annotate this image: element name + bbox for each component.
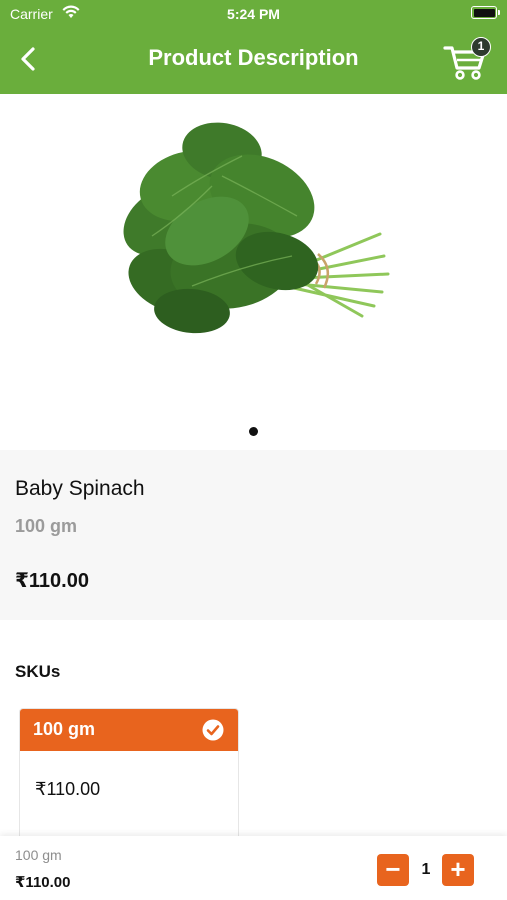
cart-count-badge: 1	[471, 37, 491, 57]
battery-icon	[471, 6, 500, 19]
spinach-image	[123, 122, 390, 334]
clock: 5:24 PM	[227, 6, 280, 22]
page-title: Product Description	[148, 45, 359, 70]
status-bar: Carrier 5:24 PM	[0, 0, 507, 28]
bottom-price: ₹110.00	[15, 874, 71, 891]
product-name: Baby Spinach	[15, 477, 145, 500]
product-price: ₹110.00	[15, 570, 89, 592]
check-circle-icon	[202, 719, 224, 741]
bottom-cart-bar: 100 gm ₹110.00 − 1 +	[0, 836, 507, 900]
sku-option-label: 100 gm	[33, 719, 96, 739]
carousel-page-indicator[interactable]	[249, 427, 258, 436]
product-weight: 100 gm	[15, 516, 78, 536]
app-header: Carrier 5:24 PM Product Description 1	[0, 0, 507, 94]
sku-heading: SKUs	[15, 662, 61, 681]
increase-quantity-button[interactable]: +	[442, 854, 474, 886]
sku-option-header: 100 gm	[20, 709, 238, 751]
sku-option-price: ₹110.00	[35, 779, 101, 799]
product-image-carousel[interactable]	[0, 94, 507, 450]
sku-option-card[interactable]: 100 gm ₹110.00	[19, 708, 239, 848]
bottom-weight: 100 gm	[15, 847, 62, 863]
product-info: Baby Spinach 100 gm ₹110.00	[0, 450, 507, 620]
quantity-value: 1	[421, 861, 431, 878]
decrease-quantity-button[interactable]: −	[377, 854, 409, 886]
